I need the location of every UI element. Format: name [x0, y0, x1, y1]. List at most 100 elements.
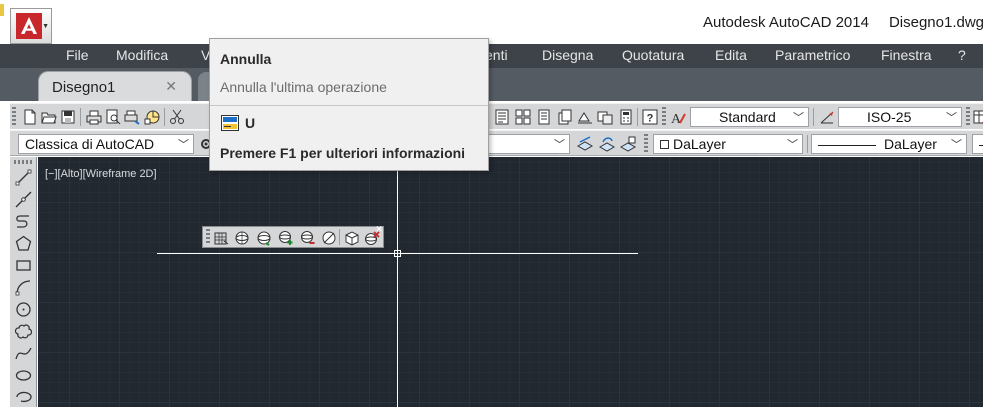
text-style-value: Standard	[719, 109, 776, 125]
menu-parametrico[interactable]: Parametrico	[775, 47, 850, 63]
toolbar-separator	[807, 135, 808, 153]
make-current-layer-icon[interactable]	[576, 135, 593, 152]
application-menu-button[interactable]: ▼	[10, 8, 52, 44]
toolbar-separator	[637, 108, 638, 126]
toolbar-grip[interactable]	[14, 160, 33, 164]
drawing-area[interactable]	[38, 157, 983, 407]
chevron-down-icon: ▼	[42, 23, 49, 30]
help-icon[interactable]: ?	[641, 108, 658, 125]
tool-palette-icon[interactable]	[535, 108, 552, 125]
print-icon[interactable]	[85, 108, 102, 125]
cut-icon[interactable]	[168, 108, 185, 125]
construction-line-icon[interactable]	[15, 191, 32, 208]
circle-icon[interactable]	[15, 301, 32, 318]
left-margin	[0, 156, 10, 407]
free-orbit-icon[interactable]	[233, 229, 250, 246]
arc-icon[interactable]	[15, 279, 32, 296]
dim-style-icon[interactable]	[818, 108, 835, 125]
menu-file[interactable]: File	[66, 47, 89, 63]
linetype-select[interactable]: DaLayer ﹀	[811, 134, 967, 154]
menu-disegna[interactable]: Disegna	[542, 47, 593, 63]
table-style-icon[interactable]	[972, 108, 983, 125]
spline-icon[interactable]	[15, 345, 32, 362]
no-orbit-icon[interactable]	[320, 229, 337, 246]
menu-bar: File Modifica V enti Disegna Quotatura E…	[0, 44, 983, 68]
save-icon[interactable]	[59, 108, 76, 125]
open-icon[interactable]	[40, 108, 57, 125]
orbit-add-icon[interactable]	[277, 229, 294, 246]
ellipse-arc-icon[interactable]	[15, 388, 32, 405]
toolbar-separator	[80, 108, 81, 126]
properties-icon[interactable]	[493, 108, 510, 125]
crosshair-vertical	[397, 157, 398, 407]
tooltip-divider	[210, 105, 488, 106]
orbit-toolbar: ×	[202, 224, 384, 248]
cursor-pickbox	[394, 250, 401, 257]
tooltip-help: Premere F1 per ulteriori informazioni	[220, 145, 466, 161]
draw-toolbar	[10, 157, 37, 407]
toolbar-grip[interactable]	[662, 107, 666, 126]
lineweight-select[interactable]	[972, 134, 983, 154]
layer-states-icon[interactable]	[596, 108, 613, 125]
chevron-down-icon: ﹀	[951, 139, 962, 151]
menu-edita[interactable]: Edita	[715, 47, 747, 63]
publish-icon[interactable]	[123, 108, 140, 125]
toolbar-separator	[813, 108, 814, 126]
window-title: Autodesk AutoCAD 2014 Disegno1.dwg	[703, 14, 983, 31]
menu-finestra[interactable]: Finestra	[881, 47, 932, 63]
workspace-toolbar: Classica di AutoCAD ﹀ ﹀ DaLayer ﹀ DaLaye…	[10, 130, 983, 156]
new-icon[interactable]	[21, 108, 38, 125]
tooltip-title: Annulla	[220, 51, 272, 67]
text-style-select[interactable]: Standard ﹀	[690, 107, 809, 127]
sheet-set-icon[interactable]	[556, 108, 573, 125]
tooltip-command: U	[245, 115, 256, 131]
workspace-select[interactable]: Classica di AutoCAD ﹀	[18, 134, 194, 154]
print-preview-icon[interactable]	[104, 108, 121, 125]
constrained-orbit-icon[interactable]	[212, 229, 229, 246]
line-icon[interactable]	[15, 169, 32, 186]
layer-states-manager-icon[interactable]	[619, 135, 636, 152]
menu-quotatura[interactable]: Quotatura	[622, 47, 684, 63]
color-select[interactable]: DaLayer ﹀	[653, 134, 803, 154]
toolbar-grip[interactable]	[12, 107, 16, 126]
toolbar-grip[interactable]	[644, 134, 648, 153]
file-name: Disegno1.dwg	[888, 14, 983, 31]
svg-text:?: ?	[646, 112, 653, 124]
markup-icon[interactable]	[576, 108, 593, 125]
polyline-icon[interactable]	[15, 213, 32, 230]
layer-previous-icon[interactable]	[598, 135, 615, 152]
polygon-icon[interactable]	[15, 235, 32, 252]
lineweight-sample	[979, 144, 983, 146]
command-line-icon	[221, 115, 239, 131]
orbit-remove-icon[interactable]	[299, 229, 316, 246]
ellipse-icon[interactable]	[15, 367, 32, 384]
color-swatch	[660, 140, 669, 149]
file-tabs: Disegno1 ✕	[0, 68, 983, 101]
linetype-sample	[818, 144, 876, 146]
layer-select[interactable]: ﹀	[488, 134, 570, 154]
toolbar-separator	[164, 108, 165, 126]
chevron-down-icon: ﹀	[787, 139, 798, 151]
design-center-icon[interactable]	[514, 108, 531, 125]
toolbar-grip[interactable]	[206, 229, 210, 245]
rectangle-icon[interactable]	[15, 257, 32, 274]
close-icon[interactable]: ×	[376, 224, 382, 235]
dim-style-select[interactable]: ISO-25 ﹀	[838, 107, 962, 127]
3d-print-icon[interactable]	[143, 108, 160, 125]
close-icon[interactable]: ✕	[165, 78, 177, 95]
autocad-logo-icon	[16, 13, 42, 39]
title-bar: ▼ Autodesk AutoCAD 2014 Disegno1.dwg	[0, 0, 983, 44]
window-edge-marker	[0, 4, 4, 16]
app-name: Autodesk AutoCAD 2014	[703, 14, 869, 31]
undo-tooltip: Annulla Annulla l'ultima operazione U Pr…	[209, 38, 489, 171]
menu-modifica[interactable]: Modifica	[116, 47, 168, 63]
viewport-controls[interactable]: [−][Alto][Wireframe 2D]	[45, 168, 157, 180]
continuous-orbit-icon[interactable]	[255, 229, 272, 246]
menu-help[interactable]: ?	[958, 47, 966, 63]
toolbar-grip[interactable]	[966, 107, 970, 126]
quickcalc-icon[interactable]	[617, 108, 634, 125]
cube-view-icon[interactable]	[343, 229, 360, 246]
revcloud-icon[interactable]	[14, 323, 33, 340]
text-style-icon[interactable]: A	[669, 108, 686, 125]
tab-disegno1[interactable]: Disegno1 ✕	[38, 71, 192, 101]
